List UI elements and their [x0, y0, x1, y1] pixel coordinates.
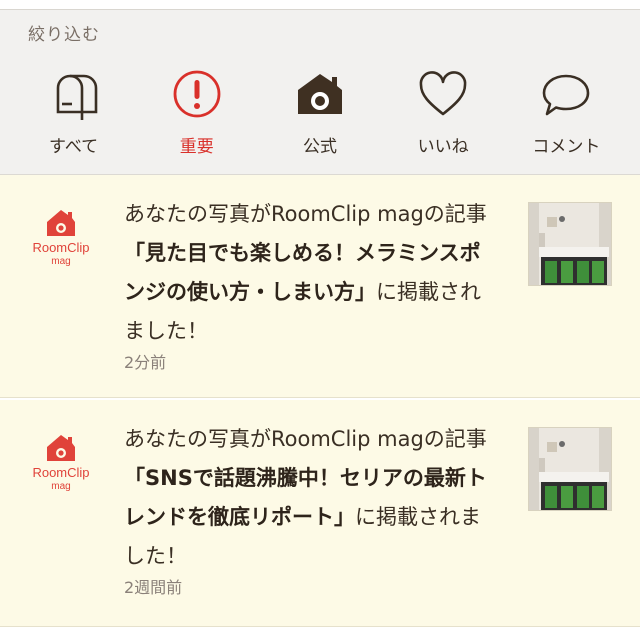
tab-all[interactable]: すべて — [19, 68, 129, 157]
notification-item[interactable]: RoomClip mag あなたの写真がRoomClip magの記事「SNSで… — [0, 400, 640, 627]
message-prefix: あなたの写真がRoomClip magの記事 — [124, 202, 487, 226]
filter-title: 絞り込む — [28, 25, 100, 45]
notification-item[interactable]: RoomClip mag あなたの写真がRoomClip magの記事「見た目で… — [0, 175, 640, 398]
tab-comment-label: コメント — [532, 137, 601, 157]
exclamation-icon — [173, 70, 221, 118]
notification-message: あなたの写真がRoomClip magの記事「SNSで話題沸騰中！セリアの最新ト… — [124, 420, 494, 576]
logo-sub: mag — [51, 256, 70, 267]
camera-house-icon — [297, 74, 342, 114]
photo-thumbnail[interactable] — [528, 202, 612, 286]
speech-bubble-icon — [543, 74, 590, 116]
notification-list: RoomClip mag あなたの写真がRoomClip magの記事「見た目で… — [0, 175, 640, 627]
logo-name: RoomClip — [32, 240, 89, 255]
tab-official-label: 公式 — [302, 137, 337, 157]
tab-like-label: いいね — [417, 137, 469, 157]
logo-sub: mag — [51, 481, 70, 492]
heart-icon — [419, 71, 467, 116]
notification-time: 2分前 — [124, 353, 167, 372]
tab-all-label: すべて — [49, 137, 99, 157]
filter-panel: 絞り込む すべて 重要 公式 いいね コメント — [0, 10, 640, 175]
notification-time: 2週間前 — [124, 578, 183, 597]
message-prefix: あなたの写真がRoomClip magの記事 — [124, 427, 487, 451]
tab-like[interactable]: いいね — [388, 68, 498, 157]
tab-official[interactable]: 公式 — [265, 68, 375, 157]
photo-thumbnail[interactable] — [528, 427, 612, 511]
notification-message: あなたの写真がRoomClip magの記事「見た目でも楽しめる！メラミンスポン… — [124, 195, 494, 351]
roomclip-mag-logo: RoomClip mag — [32, 435, 90, 492]
logo-name: RoomClip — [32, 465, 89, 480]
tab-important[interactable]: 重要 — [142, 68, 252, 157]
roomclip-mag-logo: RoomClip mag — [32, 210, 90, 267]
mailbox-icon — [56, 74, 97, 120]
filter-tabs: すべて 重要 公式 いいね コメント — [0, 68, 640, 157]
tab-comment[interactable]: コメント — [511, 68, 621, 157]
top-divider — [0, 0, 640, 10]
tab-important-label: 重要 — [179, 137, 214, 157]
